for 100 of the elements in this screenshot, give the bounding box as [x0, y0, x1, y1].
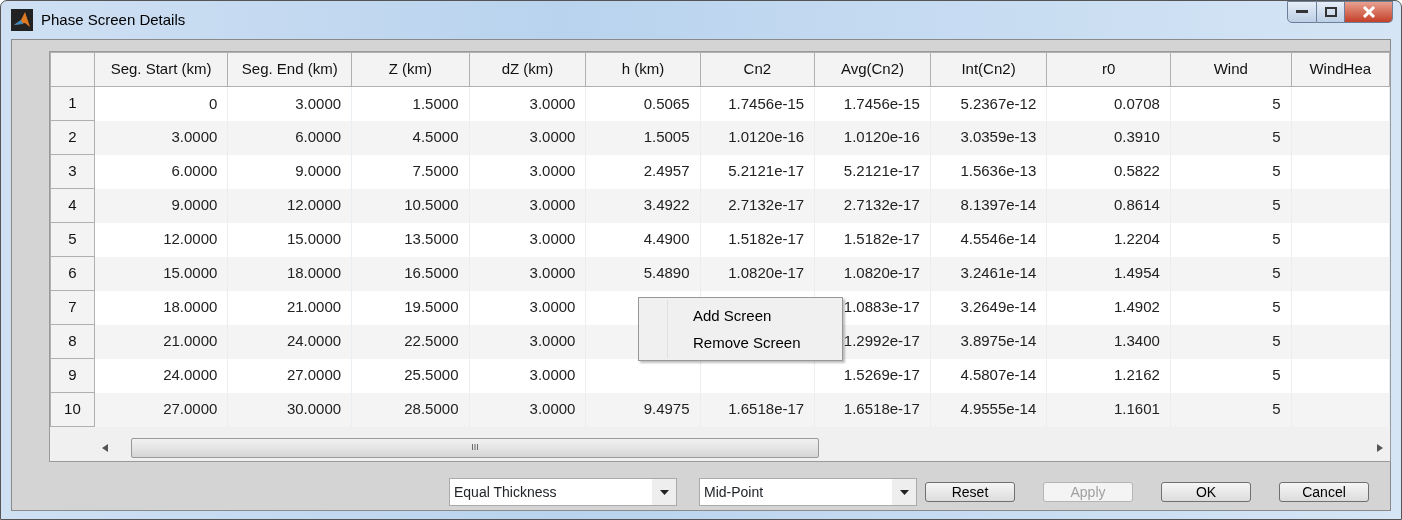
table-cell: 21.0000	[227, 290, 352, 325]
column-header[interactable]: r0	[1046, 52, 1171, 87]
table-cell: 5	[1170, 154, 1292, 189]
dialog-button[interactable]: OK	[1161, 482, 1251, 502]
table-cell: 9.4975	[585, 392, 701, 427]
table-cell: 19.5000	[351, 290, 469, 325]
dropdown[interactable]: Equal Thickness	[449, 478, 677, 506]
table-cell: 28.5000	[351, 392, 469, 427]
row-header[interactable]: 4	[50, 188, 95, 223]
table-cell: 1.4954	[1046, 256, 1171, 291]
dialog-button[interactable]: Cancel	[1279, 482, 1369, 502]
column-header[interactable]: h (km)	[585, 52, 701, 87]
table-cell: 4.4900	[585, 222, 701, 257]
table-cell: 2.4957	[585, 154, 701, 189]
table-cell: 4.5546e-14	[930, 222, 1047, 257]
table-cell: 30.0000	[227, 392, 352, 427]
column-header[interactable]: dZ (km)	[469, 52, 586, 87]
app-icon	[11, 9, 33, 31]
table-cell: 2.7132e-17	[814, 188, 931, 223]
table-cell: 1.2162	[1046, 358, 1171, 393]
table-cell: 12.0000	[94, 222, 228, 257]
table-cell: 15.0000	[227, 222, 352, 257]
table-cell: 1.6518e-17	[700, 392, 815, 427]
row-header[interactable]: 5	[50, 222, 95, 257]
table-cell: 1.7456e-15	[700, 86, 815, 121]
row-header[interactable]: 9	[50, 358, 95, 393]
table-cell: 3.0000	[469, 290, 586, 325]
table-cell: 5	[1170, 290, 1292, 325]
table-cell: 0.3910	[1046, 120, 1171, 155]
table-cell: 7.5000	[351, 154, 469, 189]
maximize-button[interactable]	[1317, 1, 1345, 23]
table-cell: 3.4922	[585, 188, 701, 223]
table-cell: 3.0000	[469, 222, 586, 257]
row-header[interactable]: 3	[50, 154, 95, 189]
close-button[interactable]	[1345, 1, 1393, 23]
table-cell: 24.0000	[227, 324, 352, 359]
row-header[interactable]: 2	[50, 120, 95, 155]
table-cell: 3.2649e-14	[930, 290, 1047, 325]
table-cell: 3.0000	[469, 86, 586, 121]
table-cell: 1.5636e-13	[930, 154, 1047, 189]
close-icon	[1361, 6, 1376, 18]
table-cell: 18.0000	[227, 256, 352, 291]
table-cell: 27.0000	[94, 392, 228, 427]
table-cell: 1.5182e-17	[700, 222, 815, 257]
table-cell: 3.0000	[469, 154, 586, 189]
table-cell: 5.4890	[585, 256, 701, 291]
table-cell: 0.5065	[585, 86, 701, 121]
table-cell: 1.6518e-17	[814, 392, 931, 427]
table-cell: 3.0000	[469, 188, 586, 223]
table-cell: 16.5000	[351, 256, 469, 291]
row-header[interactable]: 10	[50, 392, 95, 427]
table-cell: 1.4902	[1046, 290, 1171, 325]
minimize-button[interactable]	[1287, 1, 1317, 23]
table-cell: 3.2461e-14	[930, 256, 1047, 291]
table-cell: 6.0000	[227, 120, 352, 155]
maximize-icon	[1324, 7, 1337, 17]
dialog-button[interactable]: Reset	[925, 482, 1015, 502]
row-header[interactable]: 7	[50, 290, 95, 325]
table-cell: 1.7456e-15	[814, 86, 931, 121]
scrollbar-thumb[interactable]: III	[131, 438, 819, 458]
column-header[interactable]: Seg. Start (km)	[94, 52, 228, 87]
table-cell: 5.2121e-17	[814, 154, 931, 189]
table-cell: 21.0000	[94, 324, 228, 359]
table-cell: 3.0359e-13	[930, 120, 1047, 155]
minimize-icon	[1296, 10, 1308, 14]
table-cell: 15.0000	[94, 256, 228, 291]
table-cell: 22.5000	[351, 324, 469, 359]
table-cell: 12.0000	[227, 188, 352, 223]
table-cell: 5	[1170, 358, 1292, 393]
column-header[interactable]: Wind	[1170, 52, 1292, 87]
row-header[interactable]: 8	[50, 324, 95, 359]
table-cell: 4.9555e-14	[930, 392, 1047, 427]
column-header[interactable]: Int(Cn2)	[930, 52, 1047, 87]
table-cell: 6.0000	[94, 154, 228, 189]
table-cell: 3.0000	[469, 324, 586, 359]
table-cell: 4.5000	[351, 120, 469, 155]
table-cell: 3.0000	[469, 120, 586, 155]
window-title: Phase Screen Details	[41, 9, 186, 30]
table-cell: 1.5005	[585, 120, 701, 155]
table-cell: 5	[1170, 324, 1292, 359]
table-cell: 1.0120e-16	[700, 120, 815, 155]
row-header[interactable]: 1	[50, 86, 95, 121]
column-header[interactable]: WindHea	[1291, 52, 1390, 87]
table-cell: 3.0000	[94, 120, 228, 155]
table-cell: 5	[1170, 86, 1292, 121]
table-cell: 3.0000	[469, 256, 586, 291]
column-header[interactable]: Cn2	[700, 52, 815, 87]
column-header[interactable]: Seg. End (km)	[227, 52, 352, 87]
table-cell: 1.0820e-17	[700, 256, 815, 291]
table-cell: 3.0000	[469, 358, 586, 393]
column-header[interactable]: Avg(Cn2)	[814, 52, 931, 87]
table-cell: 8.1397e-14	[930, 188, 1047, 223]
row-header[interactable]: 6	[50, 256, 95, 291]
table-cell: 9.0000	[94, 188, 228, 223]
table-cell: 1.3400	[1046, 324, 1171, 359]
dropdown[interactable]: Mid-Point	[699, 478, 917, 506]
table-cell: 3.8975e-14	[930, 324, 1047, 359]
table-cell: 9.0000	[227, 154, 352, 189]
column-header[interactable]: Z (km)	[351, 52, 469, 87]
table-cell: 1.2204	[1046, 222, 1171, 257]
